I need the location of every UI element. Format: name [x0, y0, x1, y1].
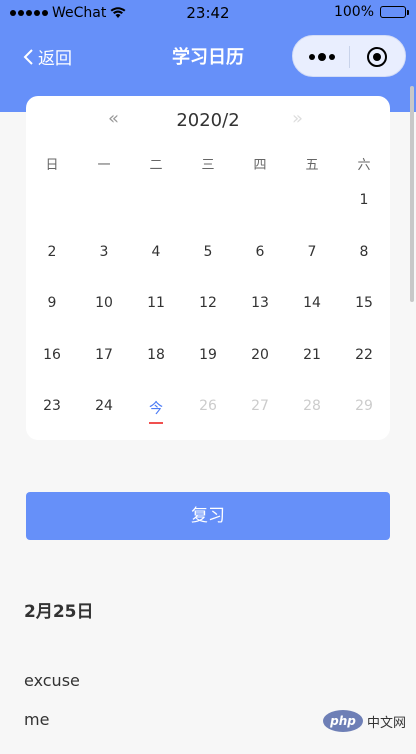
weekday-label: 二	[149, 158, 163, 173]
selected-date: 2月25日	[24, 602, 94, 622]
calendar-day[interactable]: 7	[286, 238, 338, 290]
calendar-week-row: 23 24 今 26 27 28 29	[26, 392, 390, 444]
watermark: php 中文网	[322, 710, 406, 732]
calendar-day[interactable]: 16	[26, 341, 78, 393]
scrollbar[interactable]	[410, 86, 414, 302]
calendar-day[interactable]: 19	[182, 341, 234, 393]
close-target-icon[interactable]	[366, 46, 388, 68]
weekday-label: 三	[201, 158, 215, 173]
calendar-day[interactable]: 29	[338, 392, 390, 444]
status-bar: WeChat 23:42 100%	[0, 0, 416, 28]
weekday-row: 日 一 二 三 四 五 六	[26, 154, 390, 174]
calendar-empty-cell	[286, 186, 338, 238]
review-button[interactable]: 复习	[26, 492, 390, 540]
next-month-button[interactable]: »	[292, 108, 303, 129]
calendar-day[interactable]: 22	[338, 341, 390, 393]
calendar-empty-cell	[78, 186, 130, 238]
word-item[interactable]: me	[24, 710, 49, 729]
calendar-grid: 1 2 3 4 5 6 7 8 9 10 11 12 13 14 15 16 17 18 19 20 21 22 23 24 今…	[26, 186, 390, 444]
calendar-empty-cell	[234, 186, 286, 238]
calendar-day[interactable]: 5	[182, 238, 234, 290]
calendar-day[interactable]: 17	[78, 341, 130, 393]
calendar-day[interactable]: 4	[130, 238, 182, 290]
calendar-day-today[interactable]: 今	[130, 392, 182, 444]
calendar-card: « 2020/2 » 日 一 二 三 四 五 六 1 2 3 4 5 6 7 8 9 10 11 12…	[26, 96, 390, 440]
calendar-week-row: 16 17 18 19 20 21 22	[26, 341, 390, 393]
calendar-week-row: 2345678	[26, 238, 390, 290]
calendar-week-row: 9 10 11 12 13 14 15	[26, 289, 390, 341]
watermark-logo: php	[322, 710, 363, 732]
mini-program-capsule	[292, 35, 406, 77]
calendar-day[interactable]: 6	[234, 238, 286, 290]
calendar-header: « 2020/2 »	[26, 96, 390, 144]
calendar-week-row: 1	[26, 186, 390, 238]
calendar-day[interactable]: 1	[338, 186, 390, 238]
battery-icon	[380, 6, 409, 18]
calendar-day[interactable]: 12	[182, 289, 234, 341]
calendar-empty-cell	[182, 186, 234, 238]
nav-bar: 返回 学习日历	[0, 28, 416, 84]
calendar-day[interactable]: 10	[78, 289, 130, 341]
more-icon[interactable]	[307, 49, 337, 65]
calendar-day[interactable]: 15	[338, 289, 390, 341]
calendar-day[interactable]: 8	[338, 238, 390, 290]
capsule-divider	[349, 46, 350, 68]
calendar-day[interactable]: 26	[182, 392, 234, 444]
calendar-day[interactable]: 24	[78, 392, 130, 444]
weekday-label: 五	[305, 158, 319, 173]
calendar-day[interactable]: 18	[130, 341, 182, 393]
watermark-text: 中文网	[366, 715, 406, 731]
calendar-day[interactable]: 21	[286, 341, 338, 393]
calendar-day[interactable]: 28	[286, 392, 338, 444]
calendar-day[interactable]: 14	[286, 289, 338, 341]
weekday-label: 六	[357, 158, 371, 173]
weekday-label: 日	[45, 158, 59, 173]
calendar-month: 2020/2	[176, 110, 240, 131]
calendar-day[interactable]: 23	[26, 392, 78, 444]
calendar-day[interactable]: 2	[26, 238, 78, 290]
battery-label: 100%	[333, 4, 374, 20]
calendar-day[interactable]: 3	[78, 238, 130, 290]
calendar-day[interactable]: 11	[130, 289, 182, 341]
calendar-empty-cell	[130, 186, 182, 238]
calendar-day[interactable]: 9	[26, 289, 78, 341]
status-right: 100%	[333, 4, 409, 20]
weekday-label: 一	[97, 158, 111, 173]
calendar-day[interactable]: 13	[234, 289, 286, 341]
calendar-day[interactable]: 27	[234, 392, 286, 444]
word-item[interactable]: excuse	[24, 671, 80, 690]
calendar-empty-cell	[26, 186, 78, 238]
calendar-day[interactable]: 20	[234, 341, 286, 393]
weekday-label: 四	[253, 158, 267, 173]
